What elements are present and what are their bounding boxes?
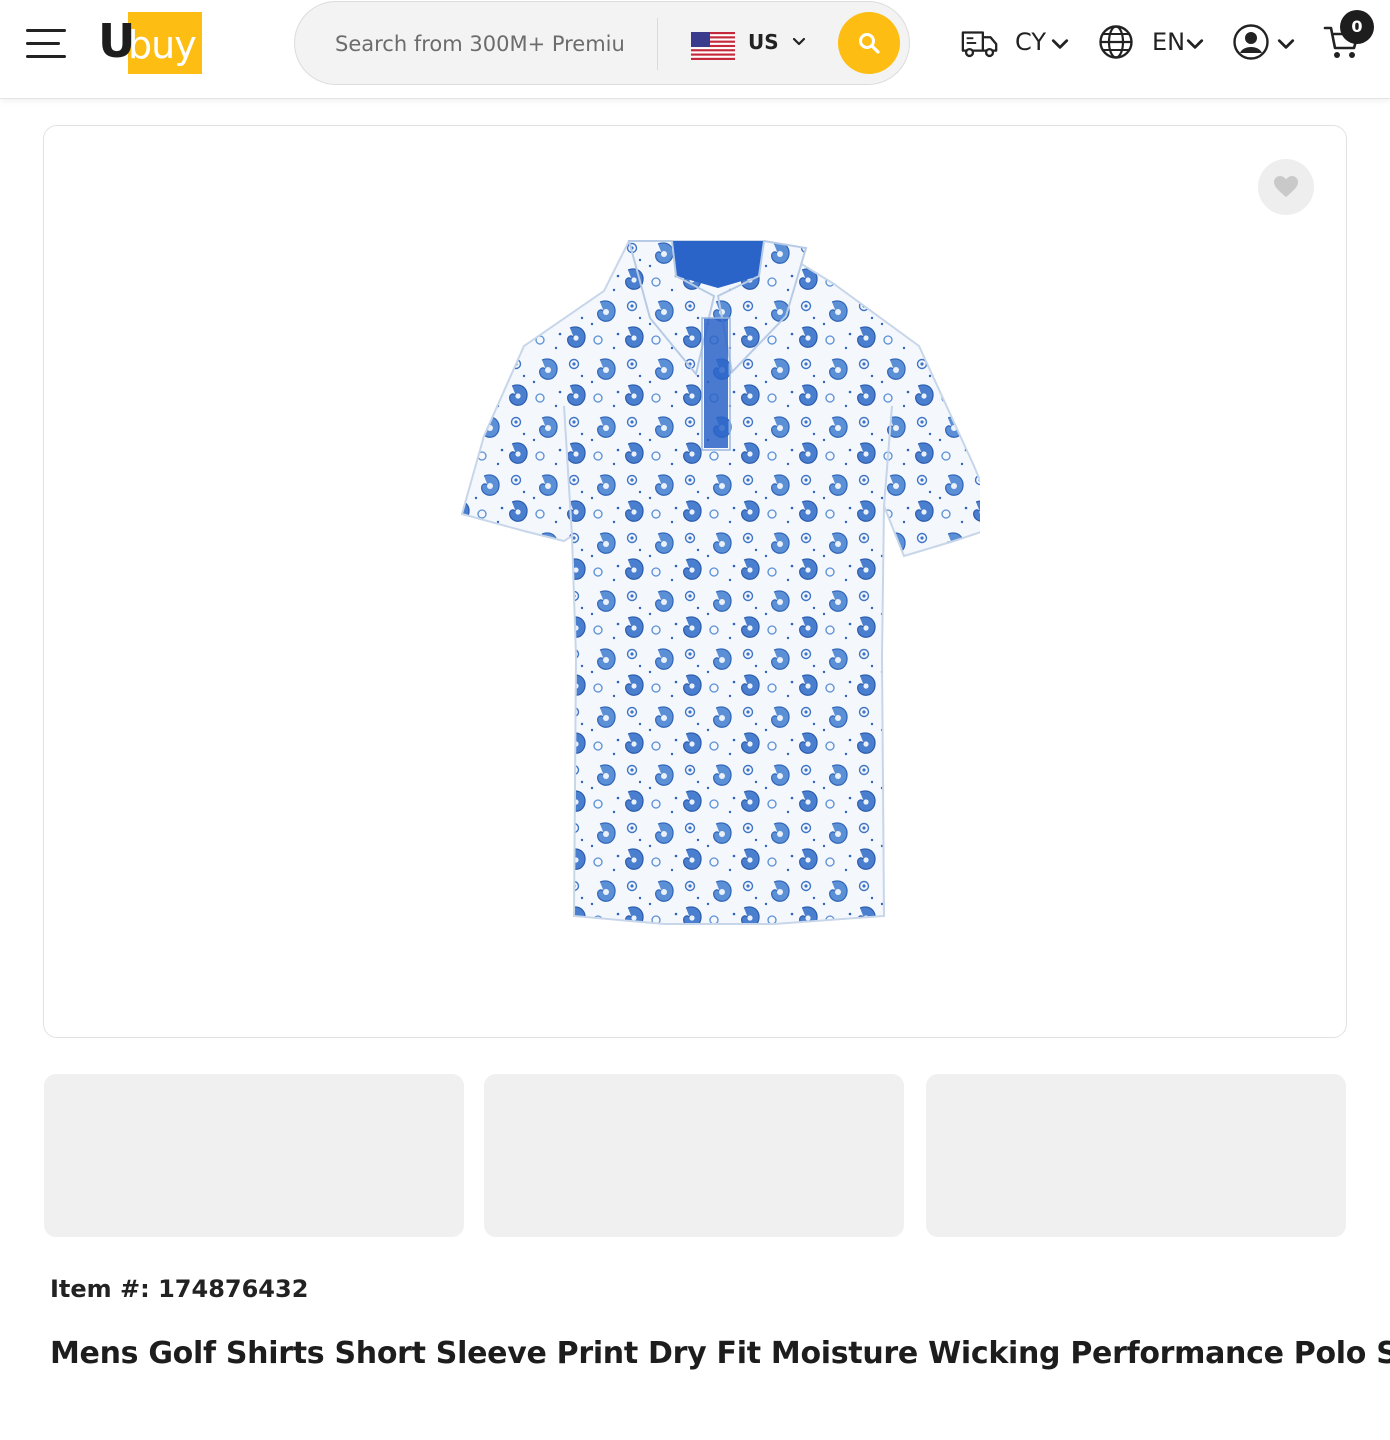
country-label: US [748, 30, 779, 54]
thumbnail-3[interactable] [926, 1074, 1346, 1237]
language-selector[interactable]: EN [1098, 22, 1206, 64]
search-bar: US [294, 1, 910, 85]
wishlist-button[interactable] [1258, 159, 1314, 215]
account-icon [1233, 24, 1269, 60]
menu-icon[interactable] [26, 29, 66, 59]
thumbnail-2[interactable] [484, 1074, 904, 1237]
heart-icon [1274, 176, 1298, 197]
search-input[interactable] [335, 26, 640, 62]
chevron-down-icon [792, 37, 806, 46]
language-label: EN [1152, 28, 1186, 56]
us-flag-icon [691, 32, 735, 60]
product-image-gallery [43, 125, 1347, 1038]
search-icon [859, 33, 880, 54]
product-image[interactable] [414, 236, 980, 926]
shipping-label: CY [1015, 28, 1046, 56]
item-number: Item #: 174876432 [50, 1275, 309, 1303]
chevron-down-icon [1051, 39, 1069, 49]
cart-button[interactable]: 0 [1322, 10, 1380, 64]
cart-count-badge: 0 [1340, 10, 1374, 44]
truck-icon [961, 31, 998, 58]
search-divider [657, 18, 658, 70]
account-menu[interactable] [1232, 22, 1296, 64]
chevron-down-icon [1277, 39, 1295, 49]
search-button[interactable] [838, 12, 900, 74]
site-header: U buy US [0, 0, 1390, 99]
globe-icon [1099, 25, 1133, 59]
product-title: Mens Golf Shirts Short Sleeve Print Dry … [50, 1336, 1390, 1371]
country-select[interactable]: US [691, 24, 815, 64]
shipping-selector[interactable]: CY [960, 22, 1072, 64]
chevron-down-icon [1186, 39, 1204, 49]
ubuy-logo[interactable]: U buy [98, 12, 203, 74]
thumbnail-1[interactable] [44, 1074, 464, 1237]
